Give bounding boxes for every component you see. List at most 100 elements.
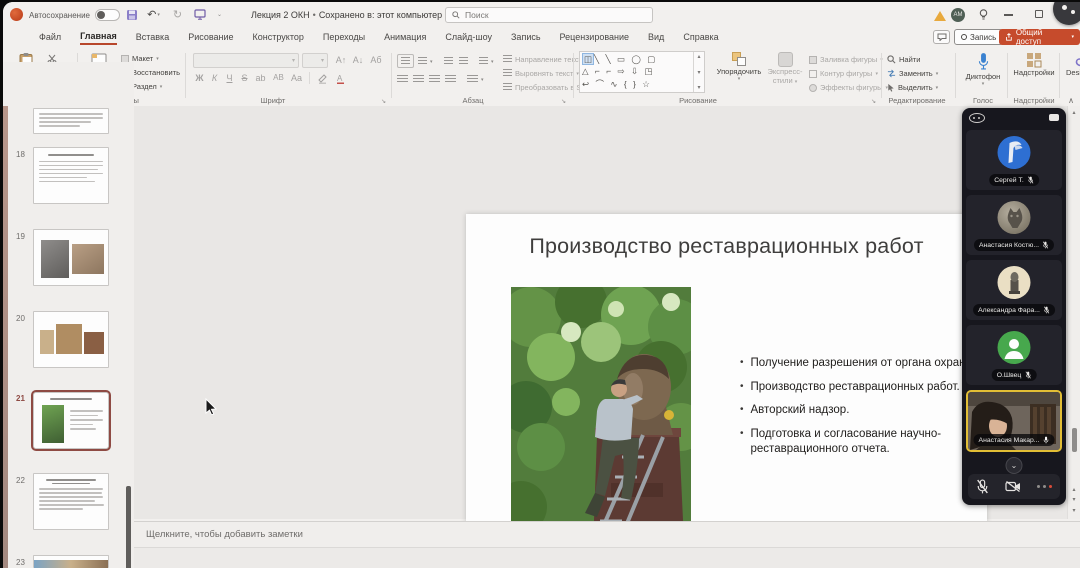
bullet-list-button[interactable] — [397, 54, 414, 68]
account-avatar[interactable]: АМ — [951, 8, 965, 22]
align-left-button[interactable] — [397, 75, 408, 84]
mic-muted-control[interactable] — [976, 479, 989, 494]
tab-transitions[interactable]: Переходы — [323, 32, 365, 44]
scroll-down-icon[interactable]: ▾ — [1068, 507, 1080, 514]
font-name-select[interactable]: ▾ — [193, 53, 299, 68]
shape-outline-button[interactable]: Контур фигуры ▾ — [809, 69, 878, 78]
minimize-button[interactable] — [1004, 14, 1013, 16]
tab-design[interactable]: Конструктор — [253, 32, 304, 44]
highlight-color-button[interactable] — [315, 73, 330, 86]
tab-file[interactable]: Файл — [39, 32, 61, 44]
slide-thumbnail-20[interactable] — [33, 311, 109, 368]
notes-bar[interactable]: Щелкните, чтобы добавить заметки — [134, 521, 1080, 547]
main-vertical-scrollbar[interactable]: ▴ ▴ ▾ ▾ — [1067, 106, 1080, 519]
shape-gallery[interactable]: ◫╲ ╲ ▭ ◯ ▢ △ ⌐ ⌐ ⇨ ⇩ ◳ ↩ ⌒ ∿ { } ☆ ▴ ▾ ▾ — [579, 51, 705, 93]
participant-tile[interactable]: Анастасия Костю... — [966, 195, 1062, 255]
start-slideshow-icon[interactable] — [191, 7, 208, 22]
slide-title[interactable]: Производство реставрационных работ — [466, 234, 987, 259]
find-button[interactable]: Найти — [887, 55, 920, 64]
font-size-select[interactable]: ▾ — [302, 53, 328, 68]
tab-insert[interactable]: Вставка — [136, 32, 169, 44]
shape-scroll-more-icon[interactable]: ▾ — [697, 84, 700, 91]
participant-tile[interactable]: О.Швец — [966, 325, 1062, 385]
slide-editing-surface[interactable]: Производство реставрационных работ — [466, 214, 987, 568]
tab-view[interactable]: Вид — [648, 32, 664, 44]
clear-formatting-button[interactable]: Аб — [368, 55, 384, 65]
columns-button[interactable]: ▾ — [467, 75, 484, 84]
underline-button[interactable]: Ч — [223, 73, 236, 83]
floating-widget[interactable] — [1053, 2, 1080, 25]
tab-record[interactable]: Запись — [511, 32, 541, 44]
next-slide-button[interactable]: ▾ — [1068, 496, 1080, 503]
save-icon[interactable] — [123, 7, 140, 22]
select-shape-icon[interactable]: ◫ — [582, 53, 594, 65]
video-call-panel[interactable]: Сергей Т. Анастасия Костю... Александра … — [962, 108, 1066, 505]
increase-indent-button[interactable] — [459, 57, 468, 66]
slide-thumbnail-19[interactable] — [33, 229, 109, 286]
document-title[interactable]: Лекция 2 ОКН•Сохранено в: этот компьютер… — [251, 10, 451, 20]
bold-button[interactable]: Ж — [193, 73, 206, 83]
camera-off-control[interactable] — [1005, 480, 1021, 493]
tab-animations[interactable]: Анимация — [384, 32, 426, 44]
tab-review[interactable]: Рецензирование — [560, 32, 630, 44]
scrollbar-thumb[interactable] — [1072, 428, 1077, 452]
record-button[interactable]: Запись — [954, 29, 1003, 45]
participant-tile[interactable]: Александра Фара... — [966, 260, 1062, 320]
call-app-icon[interactable] — [969, 113, 985, 123]
tab-help[interactable]: Справка — [683, 32, 718, 44]
restore-button[interactable] — [1035, 10, 1043, 18]
dictate-button[interactable]: Диктофон ▾ — [961, 52, 1005, 87]
paragraph-dialog-launcher[interactable]: ↘ — [561, 98, 566, 105]
shape-fill-button[interactable]: Заливка фигуры ▾ — [809, 55, 883, 64]
change-case-button[interactable]: Аа — [289, 73, 304, 83]
drawing-dialog-launcher[interactable]: ↘ — [871, 98, 876, 105]
grow-font-button[interactable]: А↑ — [333, 55, 349, 65]
share-button[interactable]: Общий доступ ▾ — [999, 29, 1080, 45]
scroll-up-icon[interactable]: ▴ — [1068, 109, 1080, 116]
character-spacing-button[interactable]: АВ — [270, 73, 287, 82]
align-right-button[interactable] — [429, 75, 440, 84]
select-button[interactable]: Выделить ▾ — [887, 83, 938, 92]
line-spacing-button[interactable]: ▾ — [479, 57, 494, 66]
panel-expand-button[interactable]: ⌄ — [1006, 457, 1023, 474]
quick-styles-button[interactable]: Экспресс- стили ▾ — [765, 52, 805, 85]
replace-button[interactable]: Заменить ▾ — [887, 69, 938, 78]
previous-slide-button[interactable]: ▴ — [1068, 486, 1080, 493]
tab-slideshow[interactable]: Слайд-шоу — [445, 32, 492, 44]
shape-effects-button[interactable]: Эффекты фигуры ▾ — [809, 83, 888, 92]
align-text-button[interactable]: Выровнять текст ▾ — [503, 69, 579, 78]
slide-thumbnail-21-selected[interactable] — [33, 392, 109, 449]
shape-scroll-down-icon[interactable]: ▾ — [697, 69, 700, 76]
slide-thumbnail-18[interactable] — [33, 147, 109, 204]
strikethrough-button[interactable]: S — [238, 73, 251, 83]
quick-access-more-icon[interactable]: ⌄ — [211, 7, 228, 22]
collapse-ribbon-button[interactable]: ∧ — [1068, 96, 1074, 105]
numbered-list-button[interactable]: ▾ — [418, 57, 433, 66]
arrange-button[interactable]: Упорядочить ▾ — [715, 52, 763, 82]
tab-draw[interactable]: Рисование — [188, 32, 233, 44]
participant-tile-speaking[interactable]: Анастасия Макар... — [966, 390, 1062, 452]
undo-button[interactable]: ↶▾ — [145, 7, 162, 22]
decrease-indent-button[interactable] — [444, 57, 453, 66]
shape-gallery-scrollbar[interactable]: ▴ ▾ ▾ — [693, 52, 704, 92]
slide-thumbnail-partial-top[interactable] — [33, 108, 109, 134]
slide-thumbnail-partial-bottom[interactable] — [33, 555, 109, 568]
designer-button[interactable]: Designer — [1061, 52, 1080, 77]
font-dialog-launcher[interactable]: ↘ — [381, 98, 386, 105]
slide-bullet-list[interactable]: •Получение разрешения от органа охраны. … — [740, 356, 988, 466]
tab-home[interactable]: Главная — [80, 31, 117, 45]
lightbulb-icon[interactable] — [975, 7, 992, 22]
more-options-control[interactable] — [1037, 485, 1053, 489]
text-shadow-button[interactable]: ab — [253, 73, 268, 83]
comments-button[interactable] — [933, 30, 950, 44]
autosave-toggle[interactable] — [95, 9, 120, 21]
italic-button[interactable]: К — [208, 73, 221, 83]
align-center-button[interactable] — [413, 75, 424, 84]
search-input[interactable]: Поиск — [445, 7, 653, 23]
addins-button[interactable]: Надстройки — [1011, 52, 1057, 77]
warning-icon[interactable] — [934, 11, 946, 21]
slide-thumbnail-22[interactable] — [33, 473, 109, 530]
shrink-font-button[interactable]: А↓ — [350, 55, 366, 65]
shape-scroll-up-icon[interactable]: ▴ — [697, 53, 700, 60]
font-color-button[interactable]: А — [333, 73, 348, 86]
